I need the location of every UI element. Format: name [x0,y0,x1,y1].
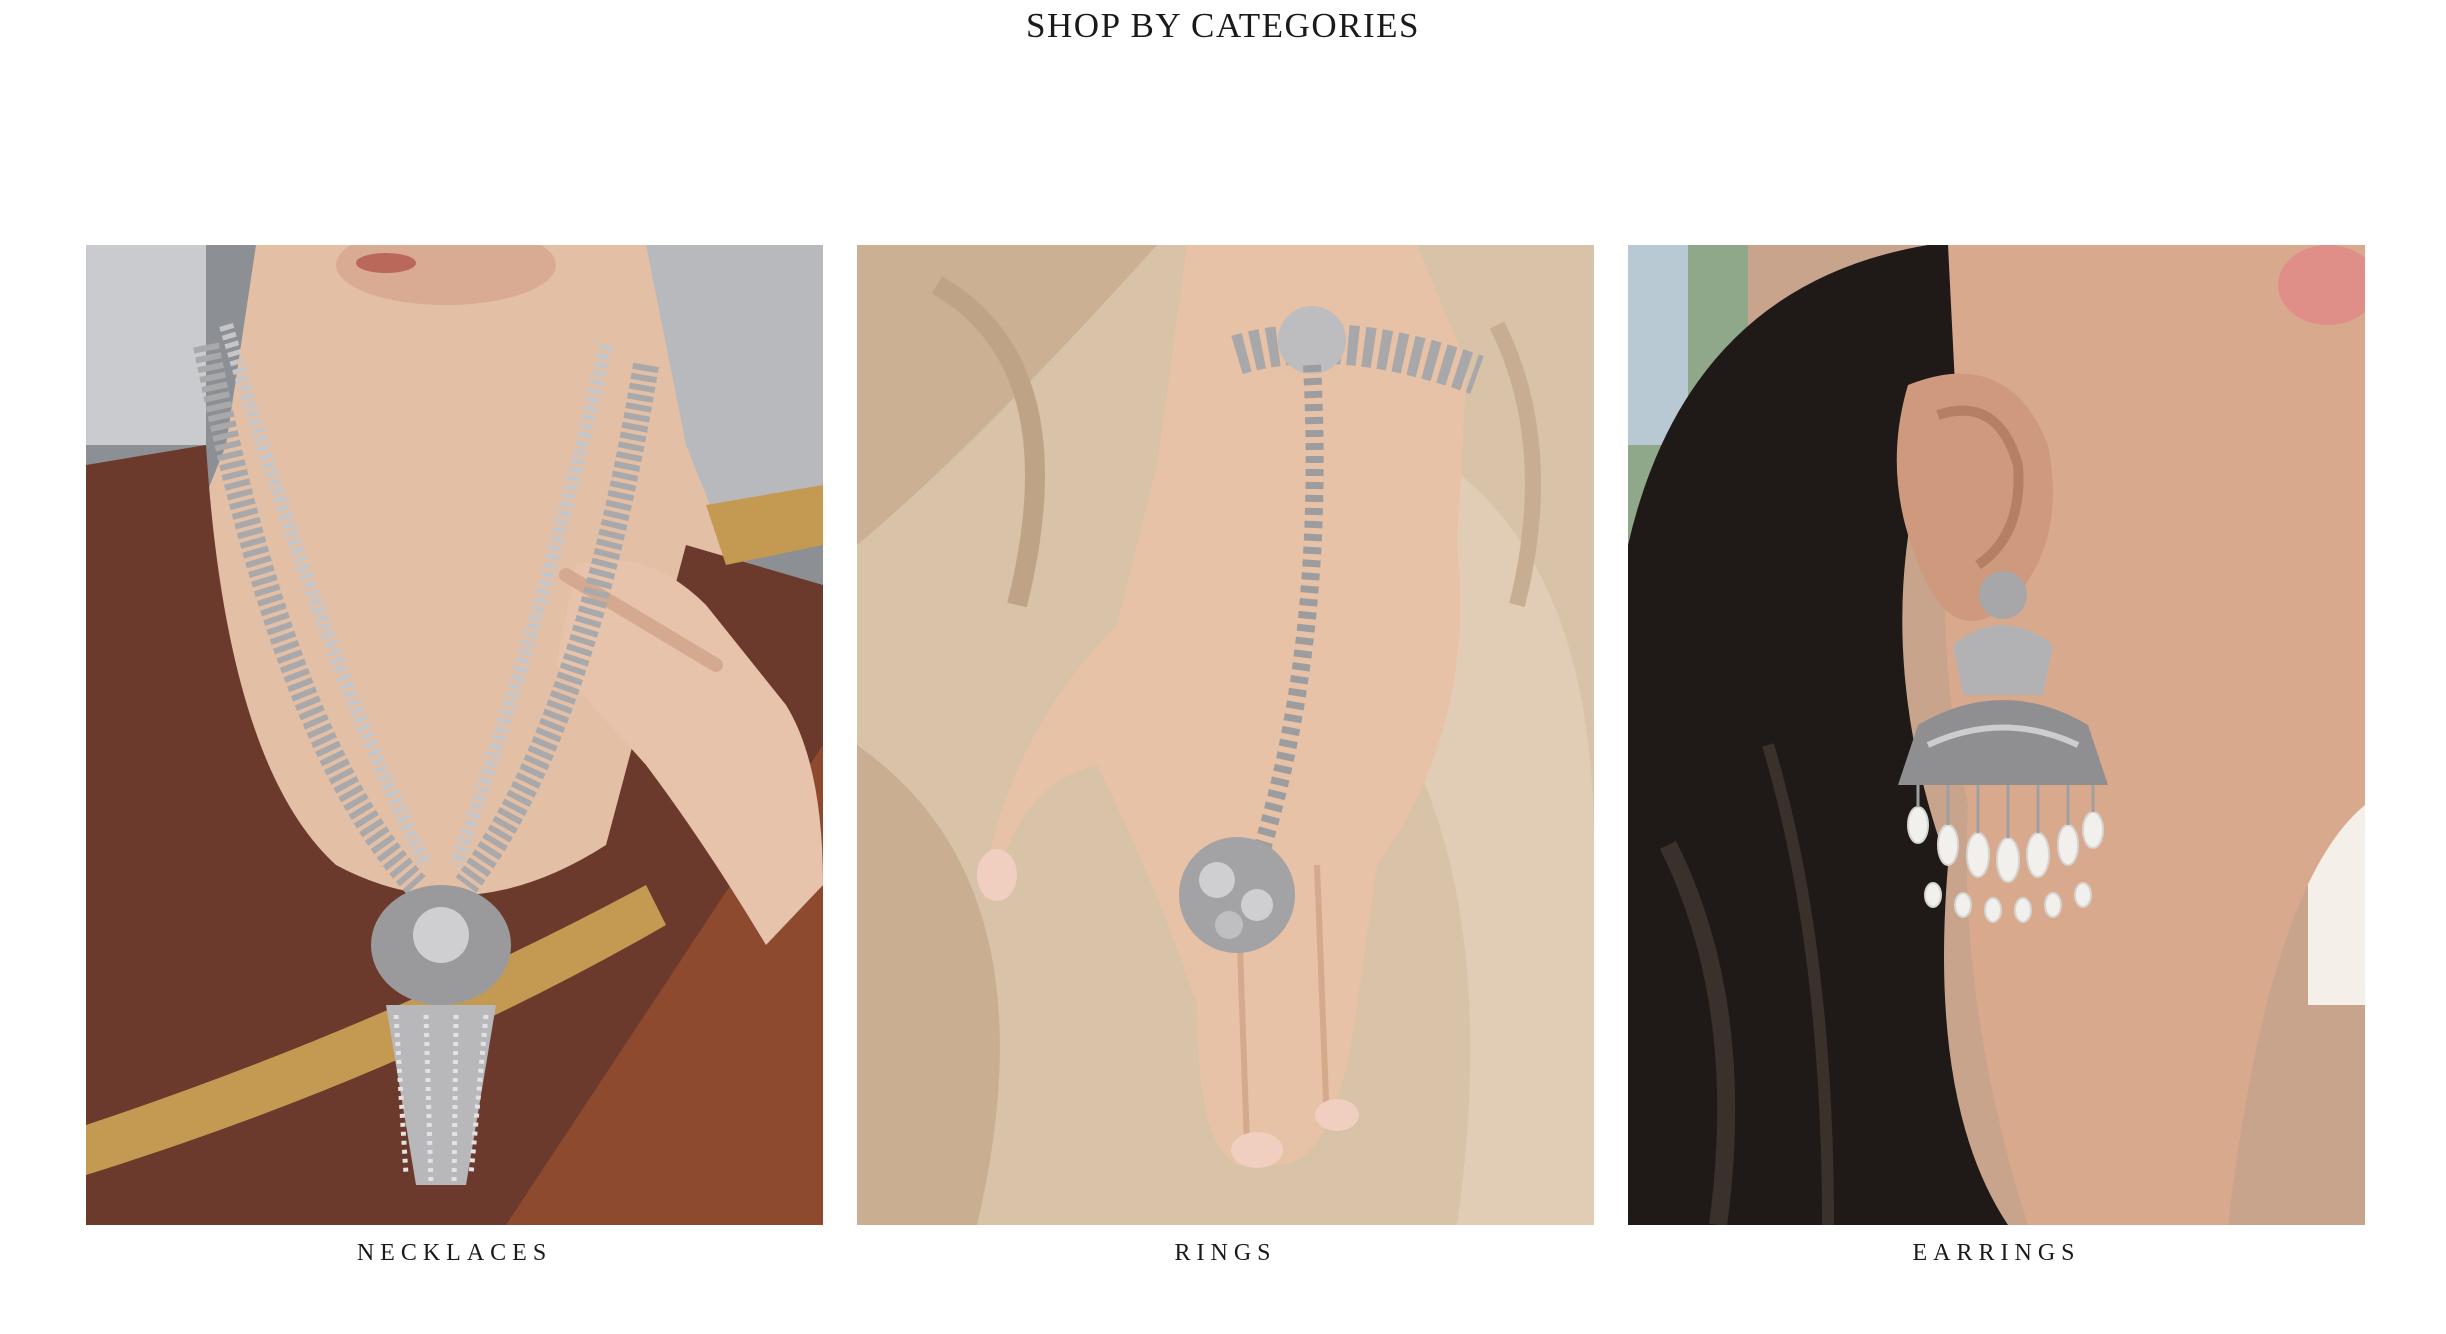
category-label-necklaces[interactable]: NECKLACES [86,1235,823,1271]
category-card-rings[interactable]: RINGS [857,245,1594,1271]
category-card-earrings[interactable]: EARRINGS [1628,245,2365,1271]
ring-category-image[interactable] [857,245,1594,1225]
section-title: SHOP BY CATEGORIES [1026,6,1420,45]
category-card-necklaces[interactable]: NECKLACES [86,245,823,1271]
necklace-category-image[interactable] [86,245,823,1225]
category-label-rings[interactable]: RINGS [857,1235,1594,1271]
category-label-earrings[interactable]: EARRINGS [1628,1235,2365,1271]
earring-category-image[interactable] [1628,245,2365,1225]
